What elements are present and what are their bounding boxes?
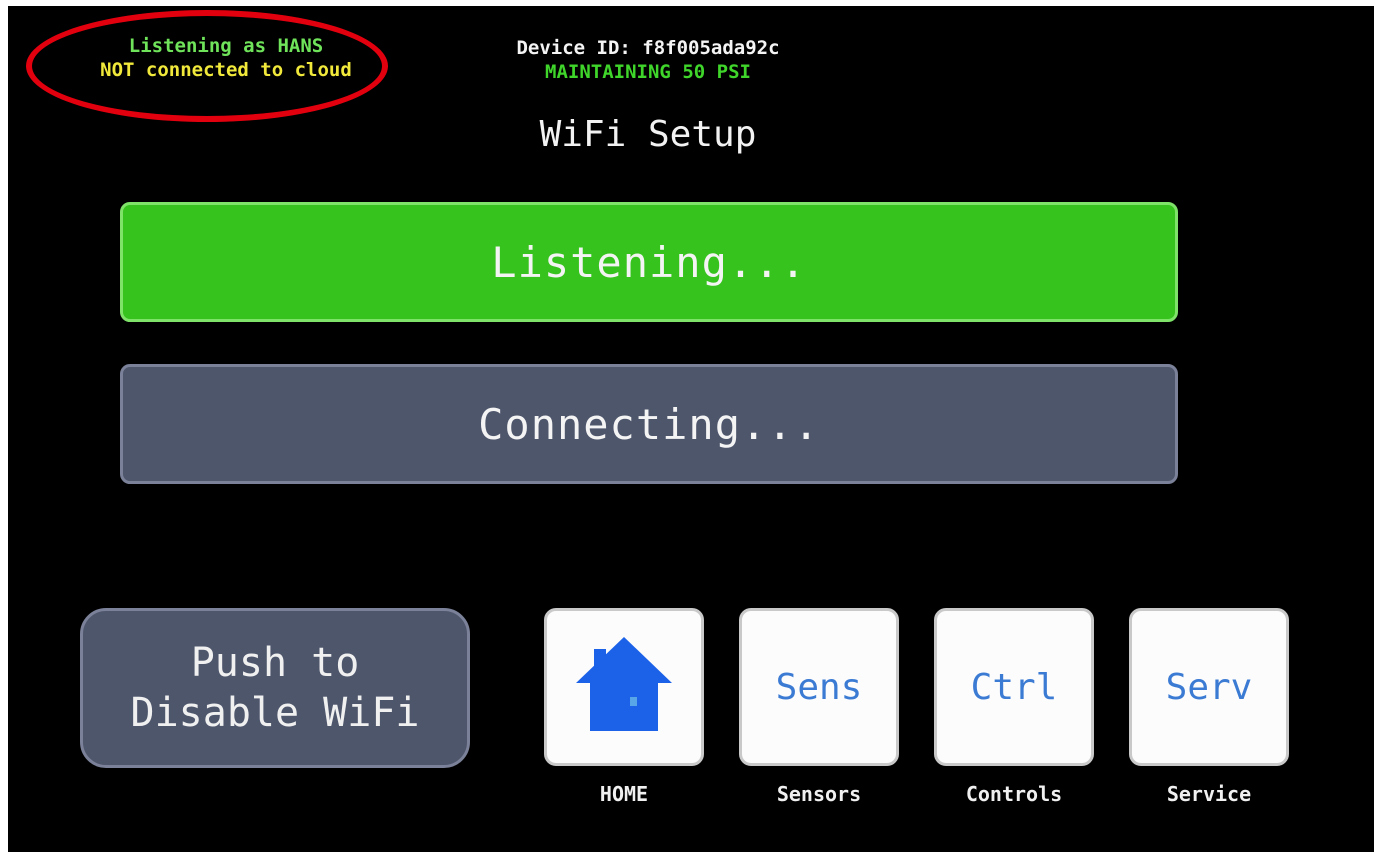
device-screen: Listening as HANS NOT connected to cloud… [8,6,1374,852]
nav-controls-label: Controls [965,782,1063,806]
nav-sensors-button[interactable]: Sens [739,608,899,766]
cloud-status-text: NOT connected to cloud [100,59,352,81]
connecting-button[interactable]: Connecting... [120,364,1178,484]
connecting-label: Connecting... [478,399,820,449]
pressure-mode-text: MAINTAINING 50 PSI [545,61,751,83]
page-title: WiFi Setup [539,114,757,155]
nav-sensors-label: Sensors [776,782,862,806]
nav-controls-text: Ctrl [970,666,1058,708]
nav-controls-button[interactable]: Ctrl [934,608,1094,766]
disable-wifi-label-line1: Push to [190,640,360,686]
device-id-text: Device ID: f8f005ada92c [516,37,780,59]
device-info: Device ID: f8f005ada92c MAINTAINING 50 P… [468,36,828,84]
nav-service-label: Service [1166,782,1252,806]
listening-button[interactable]: Listening... [120,202,1178,322]
nav-service-text: Serv [1165,666,1253,708]
disable-wifi-button[interactable]: Push to Disable WiFi [80,608,470,768]
disable-wifi-label-line2: Disable WiFi [130,690,420,736]
nav-home-button[interactable] [544,608,704,766]
listening-label: Listening... [491,237,807,287]
nav-sensors-text: Sens [775,666,863,708]
nav-home-label: HOME [599,782,649,806]
connection-status: Listening as HANS NOT connected to cloud [66,34,386,82]
nav-service-button[interactable]: Serv [1129,608,1289,766]
listening-status-text: Listening as HANS [128,35,324,57]
home-icon [572,635,676,739]
